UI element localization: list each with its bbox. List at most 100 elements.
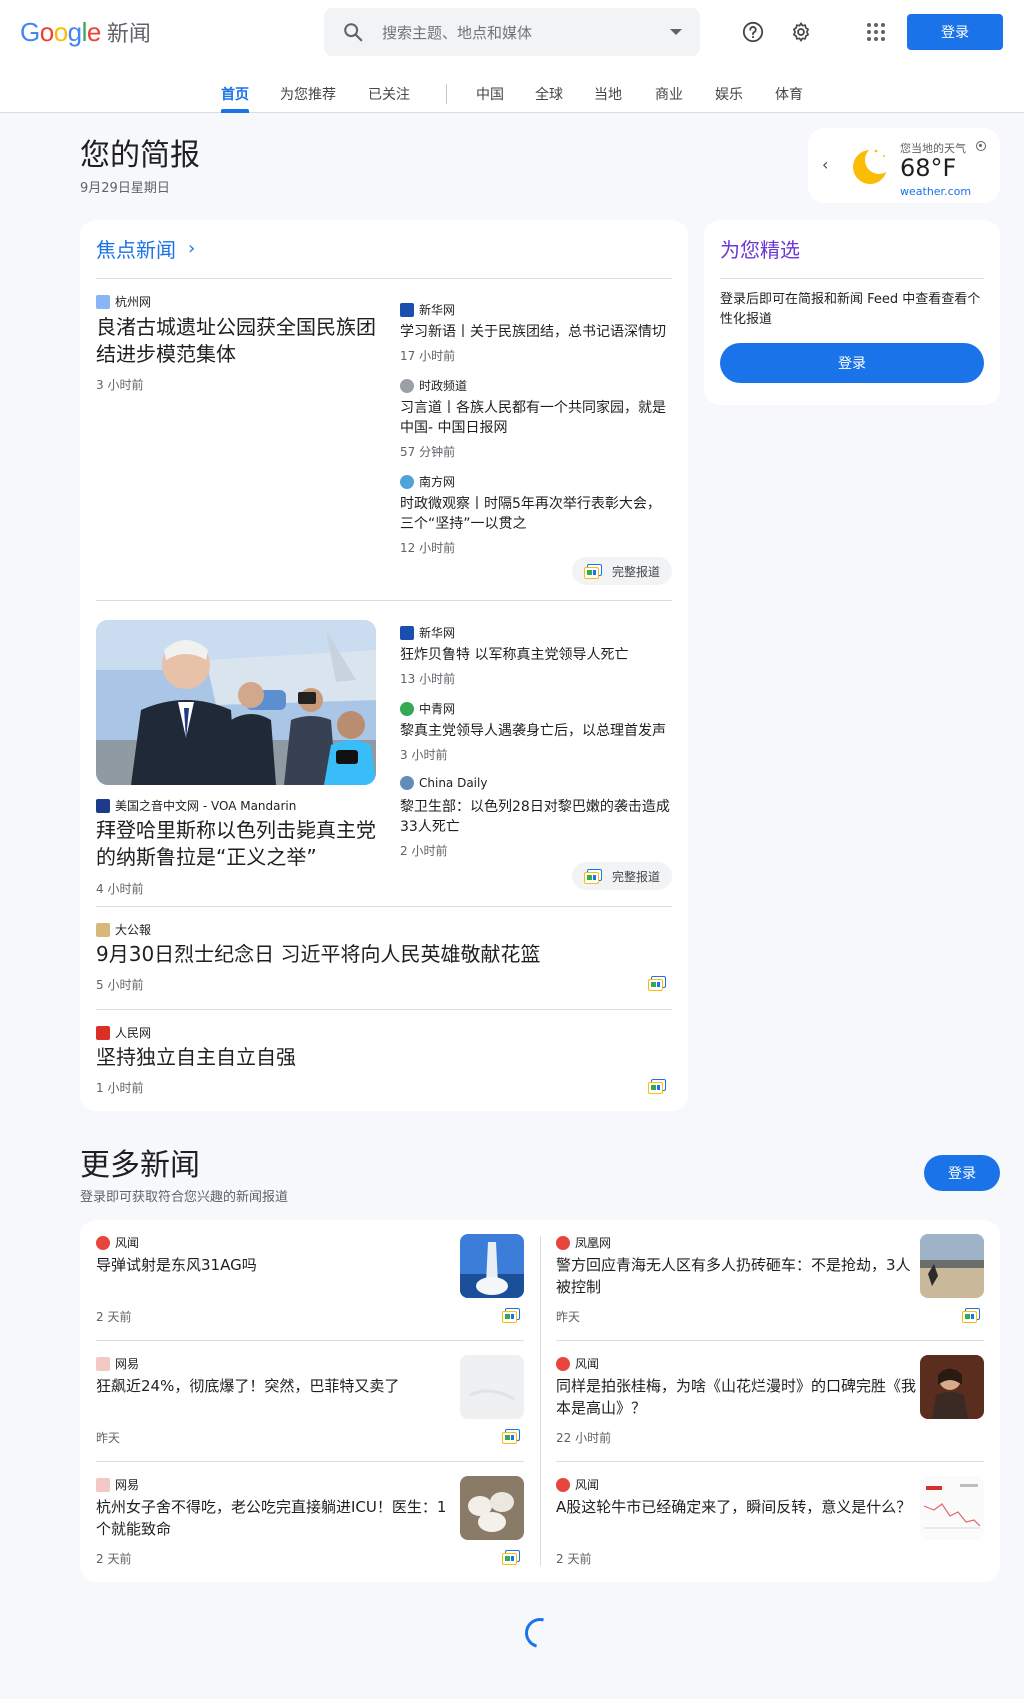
for-you-description: 登录后即可在简报和新闻 Feed 中查看查看个性化报道	[720, 292, 981, 327]
signin-button[interactable]: 登录	[907, 14, 1003, 50]
tab-following[interactable]: 已关注	[368, 84, 410, 104]
active-tab-indicator	[221, 109, 249, 113]
publisher-logo-icon	[96, 294, 110, 309]
article-headline[interactable]: 警方回应青海无人区有多人扔砖砸车：不是抢劫，3人被控制	[556, 1254, 916, 1298]
top-app-bar: Google 新闻 搜索主题、地点和媒体 登录 首页 为您推荐 已关注 中国 全…	[0, 0, 1024, 113]
article-thumbnail[interactable]	[920, 1476, 984, 1540]
tab-home[interactable]: 首页	[221, 84, 249, 104]
article-headline[interactable]: 黎卫生部：以色列28日对黎巴嫩的袭击造成33人死亡	[400, 797, 672, 837]
article-time: 13 小时前	[400, 672, 456, 686]
article-headline[interactable]: 杭州女子舍不得吃，老公吃完直接躺进ICU！医生：1个就能致命	[96, 1496, 456, 1540]
chevron-down-icon[interactable]	[670, 29, 682, 35]
more-news-signin-button[interactable]: 登录	[924, 1155, 1000, 1191]
article-time: 4 小时前	[96, 882, 144, 896]
article-headline[interactable]: 黎真主党领导人遇袭身亡后，以总理首发声	[400, 721, 672, 741]
tab-china[interactable]: 中国	[476, 84, 504, 104]
divider	[720, 278, 984, 279]
help-icon[interactable]	[737, 16, 769, 48]
top-stories-link[interactable]: 焦点新闻 ›	[96, 234, 195, 263]
google-news-logo[interactable]: Google 新闻	[20, 16, 151, 48]
article-headline[interactable]: 同样是拍张桂梅，为啥《山花烂漫时》的口碑完胜《我本是高山》？	[556, 1375, 916, 1419]
article-time: 22 小时前	[556, 1431, 612, 1445]
full-coverage-icon[interactable]	[502, 1550, 520, 1565]
list-item[interactable]: 风闻 导弹试射是东风31AG吗 2 天前	[96, 1220, 524, 1325]
publisher-logo-icon	[556, 1235, 570, 1250]
search-box[interactable]: 搜索主题、地点和媒体	[324, 8, 700, 56]
publisher-logo-icon	[96, 1356, 110, 1371]
full-coverage-icon[interactable]	[962, 1308, 980, 1323]
search-icon[interactable]	[342, 21, 364, 43]
full-coverage-button[interactable]: 完整报道	[572, 862, 672, 890]
weather-temperature: 68°F	[900, 154, 957, 182]
tab-sports[interactable]: 体育	[775, 84, 803, 104]
for-you-signin-button[interactable]: 登录	[720, 343, 984, 383]
publisher: 网易	[96, 1476, 139, 1493]
briefing-date: 9月29日星期日	[80, 181, 170, 196]
publisher-logo-icon	[556, 1477, 570, 1492]
article-time: 2 天前	[556, 1552, 592, 1566]
publisher-logo-icon	[96, 1025, 110, 1040]
tab-entertainment[interactable]: 娱乐	[715, 84, 743, 104]
publisher: 风闻	[556, 1476, 599, 1493]
tab-world[interactable]: 全球	[535, 84, 563, 104]
article-headline[interactable]: 狂飙近24%，彻底爆了！突然，巴菲特又卖了	[96, 1375, 456, 1397]
full-coverage-icon[interactable]	[502, 1308, 520, 1323]
settings-icon[interactable]	[785, 16, 817, 48]
list-item[interactable]: 网易 狂飙近24%，彻底爆了！突然，巴菲特又卖了 昨天	[96, 1341, 524, 1446]
publisher: 时政频道	[400, 377, 467, 394]
more-news-subtitle: 登录即可获取符合您兴趣的新闻报道	[80, 1190, 289, 1205]
article-thumbnail[interactable]	[920, 1234, 984, 1298]
article-time: 2 小时前	[400, 844, 448, 858]
publisher-logo-icon	[400, 378, 414, 393]
article-headline[interactable]: 学习新语丨关于民族团结，总书记语深情切	[400, 322, 672, 342]
chevron-left-icon[interactable]: ‹	[822, 155, 828, 174]
weather-source-link[interactable]: weather.com	[900, 185, 971, 198]
full-coverage-icon	[584, 868, 602, 884]
list-item[interactable]: 凤凰网 警方回应青海无人区有多人扔砖砸车：不是抢劫，3人被控制 昨天	[556, 1220, 984, 1325]
search-input[interactable]: 搜索主题、地点和媒体	[382, 22, 670, 43]
publisher-logo-icon	[400, 701, 414, 716]
logo-suffix: 新闻	[106, 22, 151, 47]
article-thumbnail[interactable]	[460, 1476, 524, 1540]
article-headline[interactable]: 狂炸贝鲁特 以军称真主党领导人死亡	[400, 645, 672, 665]
full-coverage-button[interactable]: 完整报道	[572, 557, 672, 585]
full-coverage-icon	[584, 563, 602, 579]
article-headline[interactable]: 拜登哈里斯称以色列击毙真主党的纳斯鲁拉是“正义之举”	[96, 817, 380, 871]
publisher: 风闻	[96, 1234, 139, 1251]
briefing-title: 您的简报	[80, 138, 200, 173]
article-thumbnail[interactable]	[460, 1355, 524, 1419]
google-wordmark: Google	[20, 16, 101, 47]
article-headline[interactable]: A股这轮牛市已经确定来了，瞬间反转，意义是什么？	[556, 1496, 916, 1518]
article-image[interactable]	[96, 620, 376, 785]
list-item[interactable]: 风闻 同样是拍张桂梅，为啥《山花烂漫时》的口碑完胜《我本是高山》？ 22 小时前	[556, 1341, 984, 1446]
moon-icon	[853, 146, 890, 184]
full-coverage-icon[interactable]	[648, 976, 666, 991]
publisher: 新华网	[400, 624, 455, 641]
article-headline[interactable]: 习言道丨各族人民都有一个共同家园，就是中国- 中国日报网	[400, 398, 672, 438]
article-headline[interactable]: 导弹试射是东风31AG吗	[96, 1254, 456, 1276]
weather-widget[interactable]: ‹ 您当地的天气 68°F weather.com	[808, 128, 1000, 203]
publisher: 新华网	[400, 301, 455, 318]
publisher: China Daily	[400, 776, 487, 790]
article-time: 3 小时前	[96, 378, 144, 392]
publisher-logo-icon	[96, 1235, 110, 1250]
divider	[96, 1009, 672, 1010]
tab-business[interactable]: 商业	[655, 84, 683, 104]
apps-grid-icon[interactable]	[860, 16, 892, 48]
article-thumbnail[interactable]	[920, 1355, 984, 1419]
article-headline[interactable]: 坚持独立自主自立自强	[96, 1044, 616, 1071]
publisher: 凤凰网	[556, 1234, 611, 1251]
article-headline[interactable]: 9月30日烈士纪念日 习近平将向人民英雄敬献花篮	[96, 941, 616, 968]
full-coverage-icon[interactable]	[502, 1429, 520, 1444]
list-item[interactable]: 网易 杭州女子舍不得吃，老公吃完直接躺进ICU！医生：1个就能致命 2 天前	[96, 1462, 524, 1567]
article-headline[interactable]: 良渚古城遗址公园获全国民族团结进步模范集体	[96, 314, 380, 368]
article-headline[interactable]: 时政微观察丨时隔5年再次举行表彰大会，三个“坚持”一以贯之	[400, 494, 672, 534]
list-item[interactable]: 风闻 A股这轮牛市已经确定来了，瞬间反转，意义是什么？ 2 天前	[556, 1462, 984, 1567]
for-you-title[interactable]: 为您精选	[720, 234, 800, 263]
full-coverage-icon[interactable]	[648, 1079, 666, 1094]
chevron-right-icon: ›	[188, 238, 196, 259]
publisher: 美国之音中文网 - VOA Mandarin	[96, 797, 296, 814]
article-thumbnail[interactable]	[460, 1234, 524, 1298]
tab-for-you[interactable]: 为您推荐	[280, 84, 336, 104]
tab-local[interactable]: 当地	[594, 84, 622, 104]
